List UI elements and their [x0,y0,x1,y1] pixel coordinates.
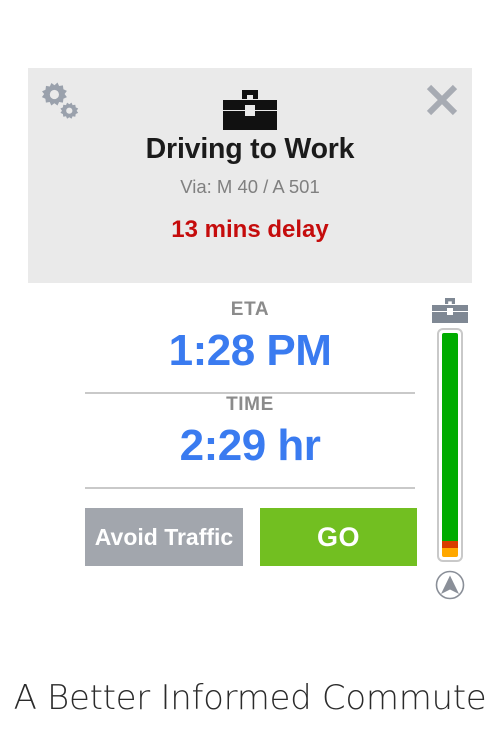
commute-card: Driving to Work Via: M 40 / A 501 13 min… [28,68,472,603]
tagline: A Better Informed Commute [13,678,487,718]
traffic-segment-clear [442,333,458,542]
action-row: Avoid Traffic GO [85,508,417,566]
traffic-segment-heavy [442,541,458,549]
delay-status-badge: 13 mins delay [171,216,329,243]
traffic-bar-fill [442,333,458,557]
divider [85,487,415,489]
gears-icon[interactable] [40,80,84,122]
traffic-progress-bar[interactable] [437,328,463,562]
eta-value: 1:28 PM [168,326,332,375]
card-header: Driving to Work Via: M 40 / A 501 13 min… [28,68,472,283]
card-body: ETA 1:28 PM TIME 2:29 hr Avoid Traffic G… [28,283,417,603]
avoid-traffic-button[interactable]: Avoid Traffic [85,508,243,566]
navigation-arrow-icon[interactable] [435,570,465,600]
briefcase-icon [432,298,468,324]
briefcase-icon [223,88,277,132]
route-via-label: Via: M 40 / A 501 [180,176,320,197]
traffic-gauge [426,298,474,600]
eta-stat-block: ETA 1:28 PM [85,298,415,378]
go-button[interactable]: GO [260,508,417,566]
time-value: 2:29 hr [179,421,321,470]
route-title: Driving to Work [145,133,355,165]
time-stat-block: TIME 2:29 hr [85,393,415,473]
traffic-segment-moderate [442,548,458,557]
close-x-icon[interactable] [422,80,462,120]
time-label: TIME [226,394,274,415]
eta-label: ETA [230,299,270,320]
